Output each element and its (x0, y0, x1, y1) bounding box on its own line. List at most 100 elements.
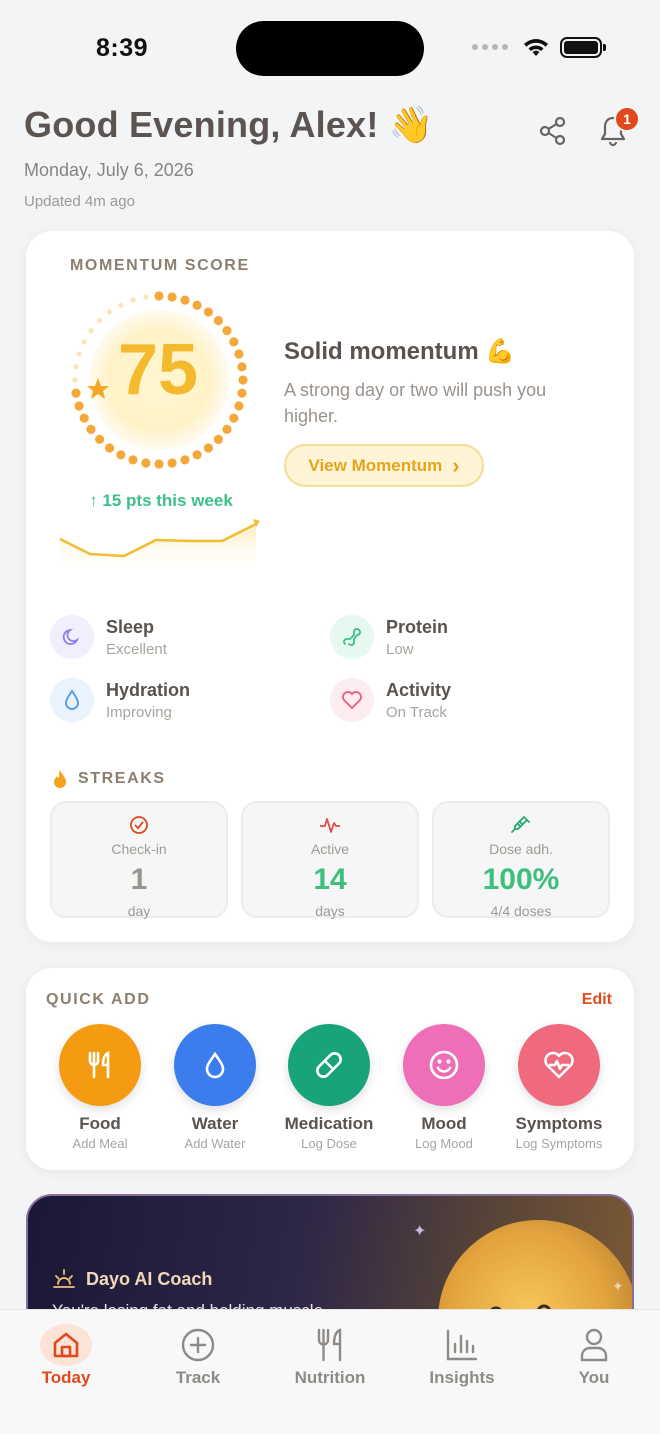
ring-dot-filled (154, 291, 164, 301)
quick-add-title: Mood (421, 1114, 467, 1133)
tab-bar: Today Track Nutrition Insights You (0, 1309, 660, 1434)
metric-title: Activity (386, 679, 452, 700)
status-bar: 8:39 (0, 0, 660, 96)
quick-add-food[interactable]: Food Add Meal (43, 1024, 157, 1151)
header: Good Evening, Alex! 👋 Monday, July 6, 20… (24, 104, 640, 210)
momentum-card: MOMENTUM SCORE 75 ↑ 15 pts this week Sol… (26, 231, 634, 942)
battery-icon (560, 36, 606, 58)
metric-status: Low (386, 640, 414, 658)
ring-dot-filled (180, 295, 190, 305)
moon-icon (50, 615, 94, 659)
momentum-subtitle: A strong day or two will push you higher… (284, 380, 547, 426)
tab-today[interactable]: Today (16, 1324, 116, 1388)
ring-dot-filled (79, 413, 89, 423)
ring-dot-filled (95, 434, 105, 444)
cellular-icon (472, 44, 508, 50)
streak-unit: 4/4 doses (490, 903, 552, 919)
streak-active[interactable]: Active 14 days (241, 801, 419, 919)
syringe-icon (434, 815, 608, 837)
tab-label: Nutrition (294, 1368, 366, 1387)
momentum-score-value: 75 (117, 330, 199, 410)
streak-unit: day (127, 903, 151, 919)
tab-you[interactable]: You (544, 1324, 644, 1388)
share-button[interactable] (536, 114, 570, 148)
bar-chart-icon (436, 1324, 488, 1366)
updated-label: Updated 4m ago (24, 193, 135, 210)
fork-knife-icon (59, 1024, 141, 1106)
ring-dot-filled (222, 424, 232, 434)
quick-add-title: Food (79, 1114, 121, 1133)
protein-icon (330, 615, 374, 659)
ring-dot-filled (192, 450, 202, 460)
quick-add-mood[interactable]: Mood Log Mood (387, 1024, 501, 1151)
streaks-header: STREAKS (52, 769, 166, 789)
check-circle-icon (52, 815, 226, 837)
tab-label: You (578, 1368, 610, 1387)
pulse-icon (243, 815, 417, 837)
ring-dot-filled (105, 443, 115, 453)
user-icon (568, 1324, 620, 1366)
status-time: 8:39 (96, 34, 149, 62)
metric-hydration[interactable]: Hydration Improving (50, 678, 190, 722)
streak-name: Dose adh. (489, 841, 553, 857)
metric-activity[interactable]: Activity On Track (330, 678, 451, 722)
quick-add-subtitle: Log Mood (415, 1136, 473, 1151)
ring-dot-filled (180, 455, 190, 465)
quick-add-label: QUICK ADD (46, 991, 151, 1008)
share-icon (539, 116, 566, 146)
ring-dot-filled (141, 458, 151, 468)
tab-label: Today (41, 1368, 91, 1387)
quick-add-title: Symptoms (515, 1114, 603, 1133)
view-momentum-label: View Momentum (308, 455, 443, 475)
sunrise-icon (53, 1269, 75, 1288)
quick-add-title: Water (191, 1114, 239, 1133)
metric-protein[interactable]: Protein Low (330, 615, 448, 659)
dynamic-island (236, 21, 424, 76)
tab-nutrition[interactable]: Nutrition (280, 1324, 380, 1388)
ring-dot-filled (203, 307, 213, 317)
momentum-trend: ↑ 15 pts this week (89, 491, 233, 510)
view-momentum-button[interactable]: View Momentum › (284, 444, 484, 487)
streak-value: 1 (130, 863, 148, 896)
quick-add-edit-button[interactable]: Edit (582, 991, 612, 1009)
quick-add-water[interactable]: Water Add Water (158, 1024, 272, 1151)
streak-dose-adherence[interactable]: Dose adh. 100% 4/4 doses (432, 801, 610, 919)
tab-label: Track (175, 1368, 221, 1387)
ring-dot-filled (128, 455, 138, 465)
notification-badge: 1 (614, 106, 640, 132)
quick-add-subtitle: Log Symptoms (515, 1136, 603, 1151)
notifications-button[interactable]: 1 (596, 106, 640, 148)
streak-checkin[interactable]: Check-in 1 day (50, 801, 228, 919)
quick-add-subtitle: Log Dose (301, 1136, 357, 1151)
flame-icon (54, 770, 66, 788)
sparkle-icon: ✦ (612, 1278, 624, 1294)
streak-name: Check-in (111, 841, 167, 857)
streak-value: 100% (482, 863, 560, 896)
quick-add-symptoms[interactable]: Symptoms Log Symptoms (502, 1024, 616, 1151)
metric-title: Hydration (106, 679, 191, 700)
ring-dot-filled (203, 443, 213, 453)
metric-title: Protein (386, 616, 449, 637)
momentum-title: Solid momentum 💪 (284, 338, 516, 365)
ring-dot-filled (192, 300, 202, 310)
quick-add-title: Medication (284, 1114, 374, 1133)
droplet-icon (50, 678, 94, 722)
tab-track[interactable]: Track (148, 1324, 248, 1388)
ring-dot-filled (213, 434, 223, 444)
tab-insights[interactable]: Insights (412, 1324, 512, 1388)
streaks-label: STREAKS (78, 770, 166, 787)
metric-sleep[interactable]: Sleep Excellent (50, 615, 167, 659)
ring-dot-empty (143, 294, 149, 300)
ring-dot-filled (229, 413, 239, 423)
metric-status: Improving (106, 703, 172, 721)
date-label: Monday, July 6, 2026 (24, 160, 194, 180)
quick-add-card: QUICK ADD Edit Food Add Meal Water Add W… (26, 968, 634, 1170)
metric-status: On Track (386, 703, 447, 721)
ring-dot-filled (167, 458, 177, 468)
quick-add-medication[interactable]: Medication Log Dose (272, 1024, 386, 1151)
ring-dot-empty (97, 318, 103, 324)
ring-dot-empty (107, 309, 113, 315)
smile-icon (403, 1024, 485, 1106)
metric-title: Sleep (106, 616, 155, 637)
fork-knife-icon (304, 1324, 356, 1366)
